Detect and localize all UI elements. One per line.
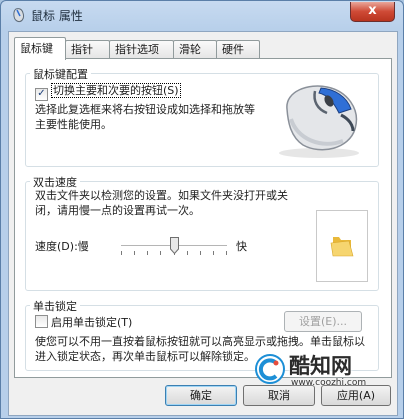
test-folder-area[interactable] bbox=[316, 210, 368, 282]
coozhi-watermark: 酷知网 www.coozhi.com bbox=[251, 346, 401, 396]
double-click-speed-slider[interactable] bbox=[121, 237, 231, 257]
slider-tick bbox=[187, 251, 188, 255]
window-title: 鼠标 属性 bbox=[31, 9, 83, 23]
checkbox-checked-icon: ✓ bbox=[35, 88, 48, 101]
fast-label: 快 bbox=[236, 240, 247, 253]
speed-label-group: 速度(D):慢 bbox=[35, 240, 89, 253]
tab-hardware[interactable]: 硬件 bbox=[216, 40, 260, 59]
click-lock-checkbox[interactable]: 启用单击锁定(T) bbox=[35, 314, 132, 330]
speed-label: 速度 bbox=[35, 240, 57, 253]
close-icon: x bbox=[368, 3, 377, 18]
slider-tick bbox=[134, 251, 135, 255]
swap-buttons-hotkey: (S) bbox=[163, 84, 179, 97]
click-lock-label: 启用单击锁定 bbox=[51, 316, 117, 329]
slow-label: 慢 bbox=[77, 240, 89, 253]
click-lock-title: 单击锁定 bbox=[30, 298, 80, 314]
speed-hotkey: (D) bbox=[57, 240, 75, 253]
button-config-description: 选择此复选框来将右按钮设成如选择和拖放等主要性能使用。 bbox=[35, 103, 255, 131]
slider-tick bbox=[121, 251, 122, 255]
slider-tick bbox=[226, 251, 227, 255]
watermark-brand: 酷知网 bbox=[289, 354, 352, 378]
slider-thumb[interactable] bbox=[169, 237, 179, 254]
tab-pointers[interactable]: 指针 bbox=[65, 40, 110, 59]
checkbox-unchecked-icon bbox=[35, 315, 48, 328]
ok-button[interactable]: 确定 bbox=[165, 385, 237, 406]
slider-tick bbox=[200, 251, 201, 255]
slider-tick bbox=[160, 251, 161, 255]
mouse-illustration-icon bbox=[279, 85, 359, 158]
tab-wheel[interactable]: 滑轮 bbox=[173, 40, 217, 59]
tab-panel: 鼠标键配置 ✓ 切换主要和次要的按钮(S) 选择此复选框来将右按钮设成如选择和拖放… bbox=[14, 58, 392, 378]
mouse-app-icon bbox=[13, 8, 24, 22]
watermark-url: www.coozhi.com bbox=[291, 378, 367, 388]
tab-buttons[interactable]: 鼠标键 bbox=[14, 37, 66, 60]
folder-icon bbox=[330, 237, 354, 257]
title-bar[interactable]: 鼠标 属性 x bbox=[1, 1, 403, 31]
slider-tick bbox=[213, 251, 214, 255]
click-lock-settings-button[interactable]: 设置(E)... bbox=[284, 311, 362, 332]
swap-buttons-label: 切换主要和次要的按钮 bbox=[53, 84, 163, 97]
click-lock-hotkey: (T) bbox=[117, 316, 133, 329]
double-click-group: 双击速度 双击文件夹以检测您的设置。如果文件夹没打开或关闭，请用慢一点的设置再试… bbox=[25, 174, 379, 291]
slider-tick bbox=[147, 251, 148, 255]
swap-buttons-checkbox[interactable]: ✓ 切换主要和次要的按钮(S) bbox=[35, 82, 181, 101]
button-config-title: 鼠标键配置 bbox=[30, 66, 91, 82]
coozhi-logo-icon bbox=[255, 354, 285, 384]
close-button[interactable]: x bbox=[350, 2, 395, 22]
tab-pointer-options[interactable]: 指针选项 bbox=[109, 40, 174, 59]
mouse-properties-window: 鼠标 属性 x 鼠标键 指针 指针选项 滑轮 硬件 鼠标键配置 ✓ 切换主要和次要… bbox=[0, 0, 404, 419]
double-click-description: 双击文件夹以检测您的设置。如果文件夹没打开或关闭，请用慢一点的设置再试一次。 bbox=[35, 189, 288, 217]
button-config-group: 鼠标键配置 ✓ 切换主要和次要的按钮(S) 选择此复选框来将右按钮设成如选择和拖放… bbox=[25, 66, 379, 167]
